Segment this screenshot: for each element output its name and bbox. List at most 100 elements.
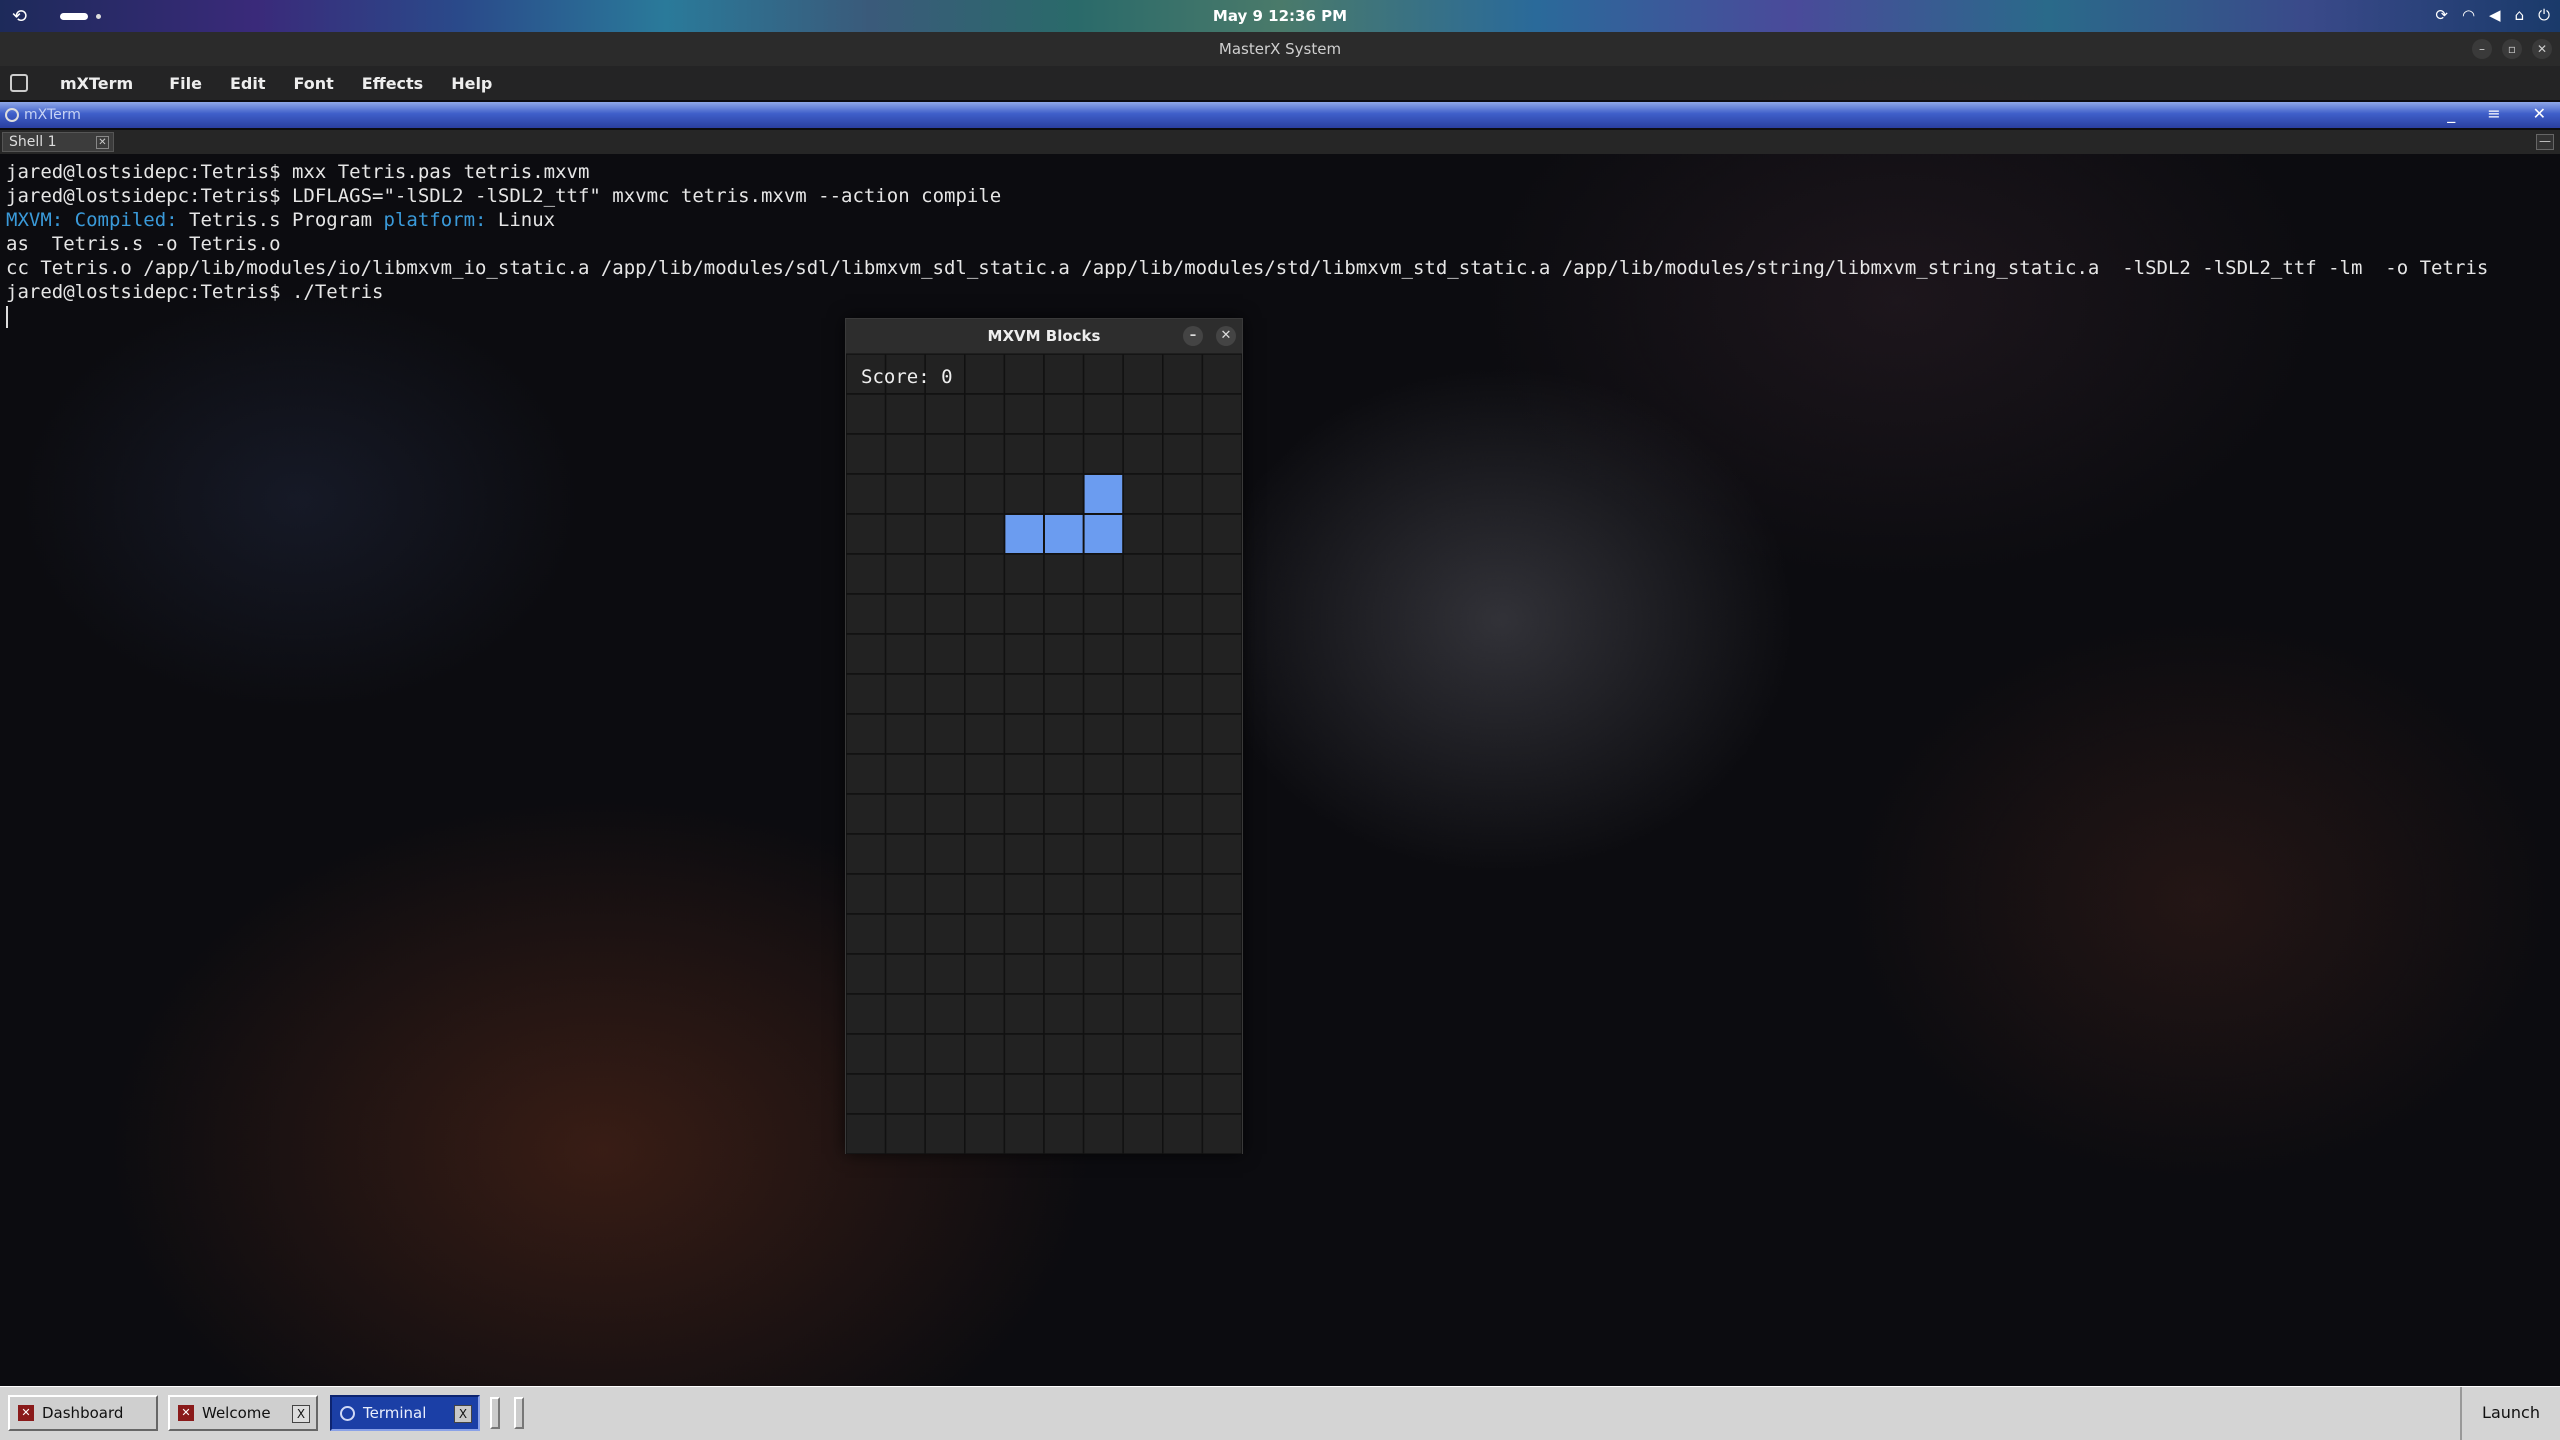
menu-file[interactable]: File [169, 74, 202, 93]
compiled-text: Tetris.s Program [189, 209, 384, 231]
board-cell [1201, 673, 1242, 715]
board-cell [1082, 873, 1124, 915]
terminal-output[interactable]: jared@lostsidepc:Tetris$ mxx Tetris.pas … [6, 160, 2556, 328]
board-cell [846, 1033, 887, 1075]
board-cell [1043, 953, 1085, 995]
board-cell [1003, 354, 1045, 395]
board-cell [884, 953, 926, 995]
board-cell [964, 673, 1006, 715]
clock[interactable]: May 9 12:36 PM [1213, 7, 1347, 25]
taskbar-close-button[interactable]: X [454, 1405, 472, 1423]
board-cell [884, 433, 926, 475]
board-cell [884, 833, 926, 875]
game-close-button[interactable]: ✕ [1216, 326, 1236, 346]
taskbar-welcome-button[interactable]: ✕ Welcome X [168, 1395, 318, 1431]
workspace-indicator-active[interactable] [60, 13, 88, 20]
board-cell [1201, 793, 1242, 835]
terminal-line: MXVM: Compiled: Tetris.s Program platfor… [6, 208, 2556, 232]
board-cell [846, 953, 887, 995]
tab-shell-1[interactable]: Shell 1 ✕ [2, 132, 114, 152]
board-cell [1003, 713, 1045, 755]
board-cell [1082, 953, 1124, 995]
board-cell [924, 473, 966, 515]
board-cell [846, 1073, 887, 1115]
board-cell [1003, 953, 1045, 995]
board-cell [1003, 1033, 1045, 1075]
wifi-icon[interactable]: ◠ [2462, 6, 2475, 24]
board-cell [1043, 1113, 1085, 1154]
terminal-window-titlebar[interactable]: mXTerm _ ≡ ✕ [0, 102, 2560, 128]
board-cell [964, 553, 1006, 595]
board-cell [1043, 873, 1085, 915]
board-cell [1201, 1113, 1242, 1154]
board-cell [1122, 433, 1164, 475]
board-cell [1082, 673, 1124, 715]
menu-font[interactable]: Font [293, 74, 333, 93]
tab-label: Shell 1 [9, 134, 57, 150]
text-cursor [6, 305, 8, 328]
board-cell [884, 993, 926, 1035]
board-cell [1162, 833, 1204, 875]
network-icon[interactable]: ⌂ [2515, 6, 2525, 24]
maximize-button[interactable]: ▫ [2502, 39, 2522, 59]
board-cell [1162, 913, 1204, 955]
game-board[interactable]: Score: 0 [846, 354, 1242, 1154]
taskbar: ✕ Dashboard ✕ Welcome X Terminal X Launc… [0, 1386, 2560, 1440]
close-button[interactable]: ✕ [2532, 39, 2552, 59]
taskbar-terminal-button[interactable]: Terminal X [330, 1395, 480, 1431]
menu-edit[interactable]: Edit [230, 74, 266, 93]
board-cell [1003, 913, 1045, 955]
board-cell [924, 753, 966, 795]
workspace-indicator[interactable] [96, 14, 101, 19]
board-cell [964, 953, 1006, 995]
activities-icon[interactable]: ⟲ [12, 6, 27, 27]
minimize-button[interactable]: – [2472, 39, 2492, 59]
board-cell [1003, 673, 1045, 715]
board-cell [884, 1033, 926, 1075]
board-cell [1082, 354, 1124, 395]
collapse-button[interactable]: — [2536, 134, 2554, 150]
tab-close-icon[interactable]: ✕ [96, 136, 109, 149]
terminal-line: jared@lostsidepc:Tetris$ mxx Tetris.pas … [6, 160, 2556, 184]
board-cell [964, 873, 1006, 915]
game-window-titlebar[interactable]: MXVM Blocks – ✕ [846, 319, 1242, 353]
power-icon[interactable]: ⏻ [2538, 6, 2550, 24]
board-cell [1043, 553, 1085, 595]
board-cell [1122, 833, 1164, 875]
terminal-window-title: mXTerm [24, 107, 81, 123]
board-cell [924, 873, 966, 915]
launch-button[interactable]: Launch [2460, 1387, 2560, 1440]
board-cell [1003, 393, 1045, 435]
board-cell [1043, 433, 1085, 475]
sync-icon[interactable]: ⟳ [2435, 6, 2448, 24]
board-cell [1122, 393, 1164, 435]
taskbar-dashboard-button[interactable]: ✕ Dashboard [8, 1395, 158, 1431]
terminal-close-button[interactable]: ✕ [2533, 104, 2546, 123]
board-cell [1043, 833, 1085, 875]
board-cell [964, 1113, 1006, 1154]
board-cell [846, 513, 887, 555]
board-cell [1162, 473, 1204, 515]
board-cell [1162, 513, 1204, 555]
board-cell [1043, 473, 1085, 515]
board-cell [1162, 793, 1204, 835]
board-cell [846, 873, 887, 915]
board-cell [1043, 393, 1085, 435]
terminal-line [6, 304, 2556, 328]
menu-effects[interactable]: Effects [362, 74, 423, 93]
board-cell [1122, 1113, 1164, 1154]
taskbar-close-button[interactable]: X [292, 1405, 310, 1423]
menu-help[interactable]: Help [451, 74, 492, 93]
game-window[interactable]: MXVM Blocks – ✕ Score: 0 [845, 318, 1243, 1154]
tetromino-block [1084, 515, 1123, 553]
board-cell [884, 553, 926, 595]
terminal-minimize-button[interactable]: _ [2447, 104, 2455, 123]
volume-icon[interactable]: ◀ [2489, 6, 2501, 24]
board-cell [1201, 953, 1242, 995]
board-cell [1003, 433, 1045, 475]
game-minimize-button[interactable]: – [1183, 326, 1203, 346]
terminal-restore-button[interactable]: ≡ [2487, 104, 2500, 123]
board-cell [1043, 753, 1085, 795]
board-cell [964, 913, 1006, 955]
board-cell [1043, 913, 1085, 955]
